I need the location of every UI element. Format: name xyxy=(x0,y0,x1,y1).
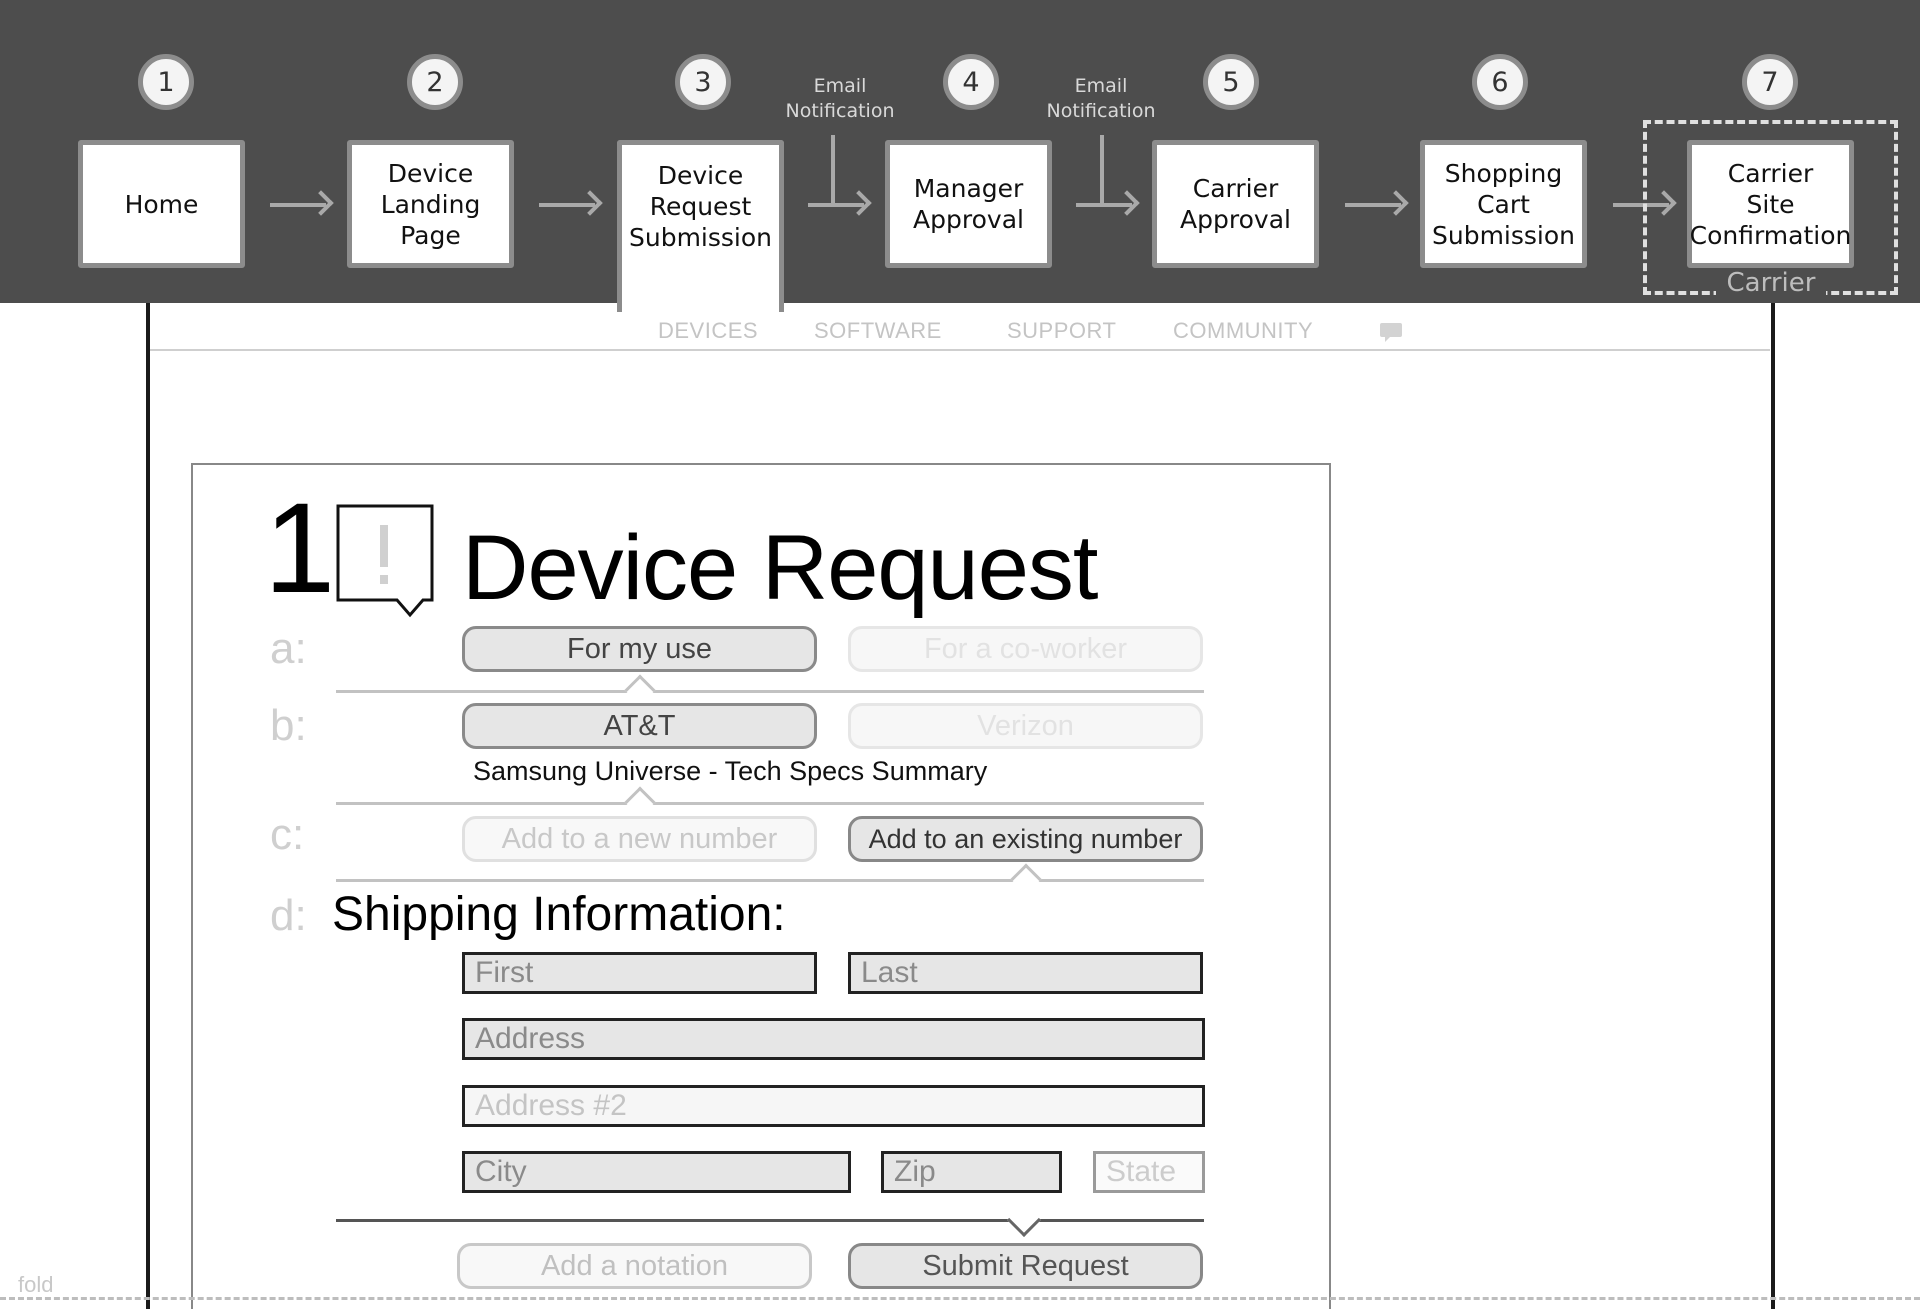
step-device-landing-page[interactable]: Device Landing Page xyxy=(347,140,514,268)
row-letter-a: a: xyxy=(270,624,307,673)
att-carrier-button[interactable]: AT&T xyxy=(462,703,817,749)
add-to-new-number-button[interactable]: Add to a new number xyxy=(462,816,817,862)
for-a-co-worker-button[interactable]: For a co-worker xyxy=(848,626,1203,672)
flow-arrow-5-6 xyxy=(1345,203,1401,207)
step-number-6: 6 xyxy=(1472,54,1528,110)
step-number-1: 1 xyxy=(138,54,194,110)
fold-line xyxy=(0,1297,1920,1300)
fold-label: fold xyxy=(18,1272,54,1297)
flow-arrow-3-4 xyxy=(808,203,864,207)
nav-support[interactable]: SUPPORT xyxy=(1007,318,1116,344)
nav-divider xyxy=(150,349,1770,351)
alert-speech-bubble-icon xyxy=(336,504,434,618)
zip-field[interactable] xyxy=(881,1151,1062,1193)
row-a-divider xyxy=(336,690,1204,693)
nav-software[interactable]: SOFTWARE xyxy=(814,318,942,344)
row-c-divider xyxy=(336,879,1204,882)
city-field[interactable] xyxy=(462,1151,851,1193)
step-carrier-approval[interactable]: Carrier Approval xyxy=(1152,140,1319,268)
form-step-number: 1 xyxy=(264,477,335,620)
row-letter-d: d: xyxy=(270,891,307,940)
row-letter-b: b: xyxy=(270,701,307,750)
add-notation-button[interactable]: Add a notation xyxy=(457,1243,812,1289)
row-letter-c: c: xyxy=(270,810,305,859)
submit-request-button[interactable]: Submit Request xyxy=(848,1243,1203,1289)
carrier-group-label: Carrier xyxy=(1716,268,1826,298)
flow-arrow-4-5 xyxy=(1076,203,1132,207)
nav-devices[interactable]: DEVICES xyxy=(658,318,758,344)
for-my-use-button[interactable]: For my use xyxy=(462,626,817,672)
step-device-request-submission[interactable]: Device Request Submission xyxy=(617,140,784,312)
add-to-existing-number-button[interactable]: Add to an existing number xyxy=(848,816,1203,862)
first-name-field[interactable] xyxy=(462,952,817,994)
step-number-2: 2 xyxy=(407,54,463,110)
address-2-field[interactable] xyxy=(462,1085,1205,1127)
last-name-field[interactable] xyxy=(848,952,1203,994)
row-b-divider xyxy=(336,802,1204,805)
flow-arrow-2-3 xyxy=(539,203,595,207)
page-frame-left xyxy=(146,303,150,1309)
form-title: Device Request xyxy=(462,517,1098,619)
address-field[interactable] xyxy=(462,1018,1205,1060)
step-number-3: 3 xyxy=(675,54,731,110)
verizon-carrier-button[interactable]: Verizon xyxy=(848,703,1203,749)
flow-elbow-3-4 xyxy=(831,135,835,207)
step-shopping-cart-submission[interactable]: Shopping Cart Submission xyxy=(1420,140,1587,268)
device-tech-specs-link[interactable]: Samsung Universe - Tech Specs Summary xyxy=(473,756,987,787)
step-home[interactable]: Home xyxy=(78,140,245,268)
page-frame-right xyxy=(1771,303,1775,1309)
step-number-5: 5 xyxy=(1203,54,1259,110)
step-number-7: 7 xyxy=(1742,54,1798,110)
nav-community[interactable]: COMMUNITY xyxy=(1173,318,1313,344)
email-notification-label-2: Email Notification xyxy=(1046,75,1156,122)
flow-elbow-4-5 xyxy=(1100,135,1104,207)
step-manager-approval[interactable]: Manager Approval xyxy=(885,140,1052,268)
chat-icon[interactable] xyxy=(1380,323,1402,342)
email-notification-label-1: Email Notification xyxy=(785,75,895,122)
flow-arrow-1-2 xyxy=(270,203,326,207)
state-field[interactable] xyxy=(1093,1151,1205,1193)
step-number-4: 4 xyxy=(943,54,999,110)
actions-divider xyxy=(336,1219,1204,1222)
shipping-information-title: Shipping Information: xyxy=(332,888,786,941)
